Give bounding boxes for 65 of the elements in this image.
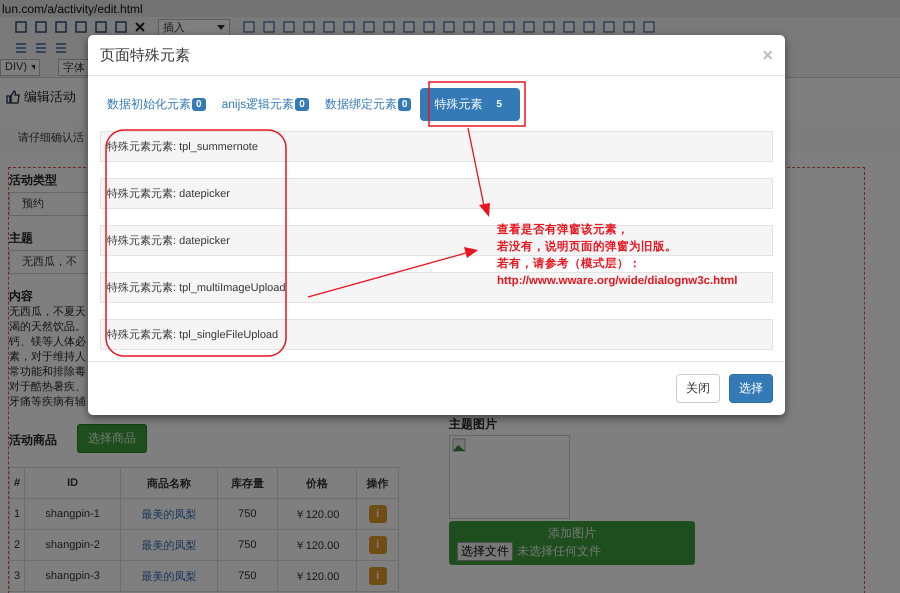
insert-dropdown[interactable]: 插入 bbox=[158, 18, 230, 36]
choose-file-button[interactable]: 选择文件 bbox=[457, 542, 513, 561]
upload-title: 添加图片 bbox=[547, 525, 597, 542]
table-cell: ￥120.00 bbox=[277, 530, 357, 560]
broken-image-icon bbox=[452, 438, 466, 452]
field-label: 内容 bbox=[9, 288, 33, 305]
content-text-line: 常功能和排除毒 bbox=[9, 365, 86, 380]
caret-icon bbox=[31, 64, 35, 70]
content-text-line: 无西瓜，不夏天 bbox=[9, 305, 86, 320]
content-text-line: 对于酷热暑疾、 bbox=[9, 380, 86, 395]
caret-icon bbox=[217, 24, 225, 30]
page-title: 编辑活动 bbox=[24, 88, 76, 106]
tab[interactable]: anijs逻辑元素 0 bbox=[214, 88, 316, 120]
column-header: # bbox=[10, 468, 25, 498]
element-text: 特殊元素元素: tpl_summernote bbox=[107, 140, 258, 154]
element-text: 特殊元素元素: tpl_multiImageUpload bbox=[107, 280, 286, 295]
table-cell: 750 bbox=[217, 498, 278, 530]
field-label: 主题图片 bbox=[449, 416, 497, 433]
product-link[interactable]: 最美的凤梨 bbox=[120, 560, 218, 592]
field-label: 主题 bbox=[9, 230, 33, 247]
element-text: 特殊元素元素: datepicker bbox=[107, 186, 230, 201]
tab[interactable]: 特殊元素 5 bbox=[420, 88, 520, 120]
table-cell: shangpin-2 bbox=[24, 530, 121, 560]
table-cell: ￥120.00 bbox=[277, 498, 357, 530]
product-link[interactable]: 最美的凤梨 bbox=[120, 530, 218, 560]
annotation-text: 若有，请参考（模式层）： bbox=[497, 256, 642, 272]
table-cell: 3 bbox=[10, 560, 25, 592]
thumbs-up-icon bbox=[6, 90, 20, 104]
column-header: 价格 bbox=[277, 468, 357, 498]
field-label: 活动类型 bbox=[9, 172, 57, 189]
column-header: ID bbox=[24, 468, 121, 498]
count-badge: 0 bbox=[192, 98, 206, 110]
modal-title: 页面特殊元素 bbox=[100, 46, 190, 64]
table-cell: shangpin-1 bbox=[24, 498, 121, 530]
field-label: 活动商品 bbox=[9, 432, 57, 449]
format-dropdown[interactable]: DIV) bbox=[0, 58, 40, 76]
close-icon[interactable] bbox=[134, 21, 146, 33]
content-text-line: 钙、镁等人体必 bbox=[9, 335, 86, 350]
select-button[interactable]: 选择 bbox=[729, 374, 773, 403]
count-badge: 0 bbox=[295, 98, 309, 110]
table-cell: 1 bbox=[10, 498, 25, 530]
notice-text: 请仔细确认活 bbox=[18, 132, 84, 144]
close-dialog-button[interactable]: 关闭 bbox=[676, 374, 720, 403]
file-status-text: 未选择任何文件 bbox=[517, 543, 601, 560]
column-header: 操作 bbox=[356, 468, 398, 498]
table-cell: ￥120.00 bbox=[277, 560, 357, 592]
element-text: 特殊元素元素: tpl_singleFileUpload bbox=[107, 328, 278, 342]
content-text-line: 牙痛等疾病有辅 bbox=[9, 395, 86, 410]
url-text: lun.com/a/activity/edit.html bbox=[2, 2, 143, 16]
product-link[interactable]: 最美的凤梨 bbox=[120, 498, 218, 530]
content-text-line: 素，对于维持人 bbox=[9, 350, 86, 365]
annotation-text: http://www.wware.org/wide/dialognw3c.html bbox=[497, 274, 738, 289]
element-text: 特殊元素元素: datepicker bbox=[107, 234, 230, 248]
table-cell: shangpin-3 bbox=[24, 560, 121, 592]
annotation-text: 查看是否有弹窗该元素， bbox=[497, 222, 630, 238]
tab[interactable]: 数据初始化元素 0 bbox=[100, 88, 213, 120]
count-badge: 0 bbox=[398, 98, 412, 110]
column-header: 商品名称 bbox=[120, 468, 218, 498]
tab[interactable]: 数据绑定元素 0 bbox=[318, 88, 418, 120]
content-text-line: 渴的天然饮品。 bbox=[9, 320, 86, 335]
annotation-text: 若没有，说明页面的弹窗为旧版。 bbox=[497, 239, 678, 255]
column-header: 库存量 bbox=[217, 468, 278, 498]
table-cell: 750 bbox=[217, 530, 278, 560]
table-cell: 2 bbox=[10, 530, 25, 560]
table-cell: 750 bbox=[217, 560, 278, 592]
